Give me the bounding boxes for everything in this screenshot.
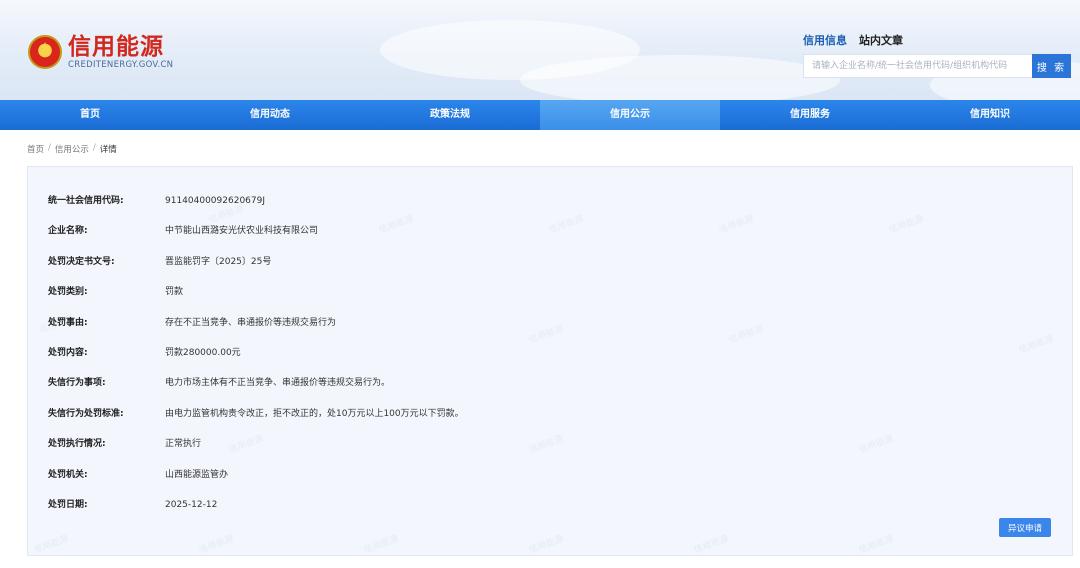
- nav-item-credit-publicity[interactable]: 信用公示: [540, 100, 720, 130]
- watermark: 信用能源: [362, 534, 401, 556]
- search-tabs: 信用信息 站内文章: [803, 32, 903, 59]
- detail-value: 晋监能罚字〔2025〕25号: [165, 257, 272, 267]
- watermark: 信用能源: [857, 534, 896, 556]
- site-logo[interactable]: 信用能源 CREDITENERGY.GOV.CN: [28, 34, 173, 70]
- watermark: 信用能源: [887, 214, 926, 236]
- watermark: 信用能源: [32, 534, 71, 556]
- detail-row-penalty-standard: 失信行为处罚标准: 由电力监管机构责令改正，拒不改正的，处10万元以上100万元…: [48, 408, 464, 420]
- breadcrumb-current: 详情: [99, 145, 117, 155]
- search-button[interactable]: 搜 索: [1032, 54, 1071, 78]
- nav-item-home[interactable]: 首页: [0, 100, 180, 130]
- detail-label: 失信行为处罚标准:: [48, 409, 124, 419]
- detail-row-penalty-date: 处罚日期: 2025-12-12: [48, 499, 217, 511]
- detail-value: 电力市场主体有不正当竞争、串通报价等违规交易行为。: [165, 378, 391, 388]
- appeal-button[interactable]: 异议申请: [999, 518, 1051, 537]
- detail-row-execution-status: 处罚执行情况: 正常执行: [48, 438, 201, 450]
- site-title: 信用能源: [68, 34, 164, 60]
- watermark: 信用能源: [692, 534, 731, 556]
- detail-value: 正常执行: [165, 439, 202, 449]
- breadcrumb-separator: /: [48, 143, 51, 153]
- detail-label: 处罚日期:: [48, 500, 88, 510]
- watermark: 信用能源: [197, 534, 236, 556]
- watermark: 信用能源: [857, 434, 896, 456]
- site-header: 信用能源 CREDITENERGY.GOV.CN 信用信息 站内文章 搜 索: [0, 0, 1080, 100]
- header-cloud-decoration: [520, 55, 840, 100]
- detail-value: 由电力监管机构责令改正，拒不改正的，处10万元以上100万元以下罚款。: [165, 409, 464, 419]
- watermark: 信用能源: [527, 534, 566, 556]
- detail-label: 企业名称:: [48, 226, 88, 236]
- watermark: 信用能源: [1017, 334, 1056, 356]
- detail-value: 罚款280000.00元: [165, 348, 241, 358]
- detail-row-decision-number: 处罚决定书文号: 晋监能罚字〔2025〕25号: [48, 256, 271, 268]
- detail-row-credit-code: 统一社会信用代码: 91140400092620679J: [48, 195, 265, 207]
- tab-credit-info[interactable]: 信用信息: [803, 32, 847, 59]
- detail-label: 处罚类别:: [48, 287, 88, 297]
- nav-item-credit-knowledge[interactable]: 信用知识: [900, 100, 1080, 130]
- watermark: 信用能源: [727, 324, 766, 346]
- detail-row-penalty-content: 处罚内容: 罚款280000.00元: [48, 347, 241, 359]
- watermark: 信用能源: [547, 214, 586, 236]
- detail-row-penalty-reason: 处罚事由: 存在不正当竞争、串通报价等违规交易行为: [48, 317, 336, 329]
- breadcrumb-separator: /: [92, 143, 96, 153]
- detail-value: 2025-12-12: [165, 500, 218, 510]
- search-box: 搜 索: [803, 54, 1071, 78]
- detail-label: 处罚执行情况:: [48, 439, 106, 449]
- detail-label: 处罚内容:: [48, 348, 88, 358]
- nav-item-credit-news[interactable]: 信用动态: [180, 100, 360, 130]
- watermark: 信用能源: [527, 324, 566, 346]
- site-domain: CREDITENERGY.GOV.CN: [68, 60, 174, 70]
- detail-row-penalty-type: 处罚类别: 罚款: [48, 286, 183, 298]
- nav-item-credit-services[interactable]: 信用服务: [720, 100, 900, 130]
- watermark: 信用能源: [227, 434, 266, 456]
- detail-row-authority: 处罚机关: 山西能源监管办: [48, 469, 228, 481]
- watermark: 信用能源: [377, 214, 416, 236]
- detail-row-company-name: 企业名称: 中节能山西潞安光伏农业科技有限公司: [48, 225, 318, 237]
- breadcrumb-section[interactable]: 信用公示: [55, 143, 89, 155]
- nav-item-policies[interactable]: 政策法规: [360, 100, 540, 130]
- watermark: 信用能源: [527, 434, 566, 456]
- detail-label: 处罚事由:: [48, 318, 88, 328]
- detail-label: 处罚机关:: [48, 470, 88, 480]
- detail-value: 中节能山西潞安光伏农业科技有限公司: [165, 226, 319, 236]
- detail-value: 91140400092620679J: [165, 196, 265, 206]
- main-nav: 首页 信用动态 政策法规 信用公示 信用服务 信用知识: [0, 100, 1080, 130]
- national-emblem-icon: [28, 35, 62, 69]
- detail-label: 处罚决定书文号:: [48, 257, 115, 267]
- search-input[interactable]: [803, 54, 1032, 78]
- tab-site-articles[interactable]: 站内文章: [859, 32, 903, 48]
- breadcrumb-home[interactable]: 首页: [27, 143, 44, 155]
- detail-label: 统一社会信用代码:: [48, 196, 124, 206]
- detail-panel: 信用能源 信用能源 信用能源 信用能源 信用能源 信用能源 信用能源 信用能源 …: [27, 166, 1073, 556]
- detail-value: 山西能源监管办: [165, 470, 229, 480]
- detail-value: 罚款: [165, 287, 184, 297]
- watermark: 信用能源: [717, 214, 756, 236]
- breadcrumb: 首页 / 信用公示 / 详情: [27, 143, 117, 155]
- detail-row-dishonest-matter: 失信行为事项: 电力市场主体有不正当竞争、串通报价等违规交易行为。: [48, 377, 390, 389]
- detail-label: 失信行为事项:: [48, 378, 106, 388]
- detail-value: 存在不正当竞争、串通报价等违规交易行为: [165, 318, 337, 328]
